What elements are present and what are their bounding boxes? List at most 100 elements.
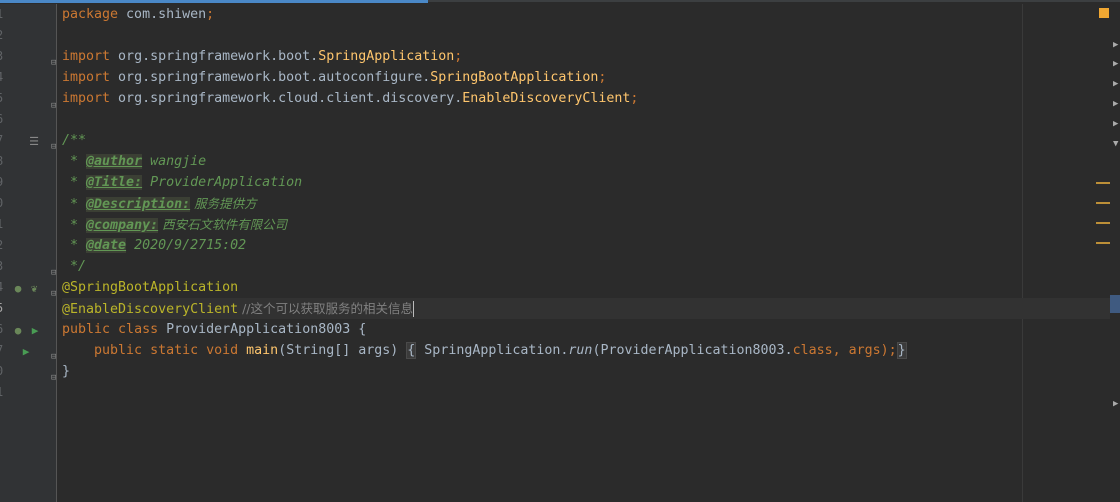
- semicolon: ;: [454, 49, 463, 64]
- spring-bean-icon[interactable]: ●: [12, 325, 24, 337]
- code-line[interactable]: * @date 2020/9/2715:02: [62, 235, 1120, 256]
- doc-tag: @company:: [86, 218, 159, 233]
- keyword: public: [62, 322, 111, 337]
- expand-arrow-icon[interactable]: ▶: [1113, 79, 1118, 89]
- semicolon: ;: [630, 91, 639, 106]
- keyword: public static void: [94, 343, 239, 358]
- import-path: org.springframework.cloud.client.discove…: [110, 91, 463, 106]
- package-name: com.shiwen: [118, 7, 207, 22]
- import-class: EnableDiscoveryClient: [462, 91, 631, 106]
- line-number: 9: [0, 172, 12, 193]
- line-number: 4: [0, 67, 12, 88]
- line-number: 0: [0, 193, 12, 214]
- class-close-brace: }: [62, 364, 71, 379]
- code-line[interactable]: import org.springframework.cloud.client.…: [62, 88, 1120, 109]
- import-class: SpringApplication: [318, 49, 455, 64]
- code-line[interactable]: * @Title: ProviderApplication: [62, 172, 1120, 193]
- run-method-icon[interactable]: ▶: [20, 346, 32, 358]
- render-doc-icon[interactable]: ☰: [28, 136, 40, 148]
- code-line[interactable]: * @author wangjie: [62, 151, 1120, 172]
- gutter-divider: [56, 4, 57, 502]
- keyword: import: [62, 49, 111, 64]
- semicolon: ;: [598, 70, 607, 85]
- expand-arrow-icon[interactable]: ▶: [1113, 99, 1118, 109]
- doc-prefix: *: [62, 218, 87, 233]
- line-comment: //这个可以获取服务的相关信息: [238, 301, 414, 316]
- call-target: SpringApplication.: [416, 343, 569, 358]
- collapse-arrow-icon[interactable]: ▼: [1113, 139, 1118, 149]
- warning-indicator-icon[interactable]: [1099, 8, 1109, 18]
- method-params: (String[] args): [278, 343, 407, 358]
- line-number-current: 5: [0, 298, 12, 319]
- class-declaration: ProviderApplication8003 {: [158, 322, 367, 337]
- line-number: 7: [0, 130, 12, 151]
- code-line[interactable]: }: [62, 361, 1120, 382]
- spring-leaf-icon[interactable]: ❦: [28, 283, 40, 295]
- import-path: org.springframework.boot.autoconfigure.: [110, 70, 431, 85]
- spring-bean-icon[interactable]: ●: [12, 283, 24, 295]
- call-args-end: , args);: [832, 343, 897, 358]
- doc-tag: @date: [86, 238, 127, 253]
- current-code-line[interactable]: @EnableDiscoveryClient //这个可以获取服务的相关信息: [62, 298, 1120, 319]
- import-path: org.springframework.boot.: [110, 49, 319, 64]
- keyword: package: [62, 7, 119, 22]
- error-stripe[interactable]: [1094, 4, 1110, 502]
- doc-tag: @Title:: [86, 175, 143, 190]
- code-line[interactable]: */: [62, 256, 1120, 277]
- line-number-gutter[interactable]: 1 2 3 4 5 6 7 8 9 0 1 2 3 4 5 6 7 0 1 ☰ …: [0, 4, 56, 502]
- tab-bar-border: [428, 0, 1120, 2]
- code-line[interactable]: * @Description: 服务提供方: [62, 193, 1120, 214]
- keyword: class: [792, 343, 833, 358]
- line-number: 1: [0, 214, 12, 235]
- expand-arrow-icon[interactable]: ▶: [1113, 119, 1118, 129]
- doc-value: 服务提供方: [190, 196, 257, 211]
- code-line[interactable]: * @company: 西安石文软件有限公司: [62, 214, 1120, 235]
- warning-stripe-mark[interactable]: [1096, 182, 1110, 184]
- semicolon: ;: [206, 7, 215, 22]
- line-number: 0: [0, 361, 12, 382]
- expand-arrow-icon[interactable]: ▶: [1113, 59, 1118, 69]
- line-number: 2: [0, 25, 12, 46]
- run-class-icon[interactable]: ▶: [29, 325, 41, 337]
- warning-stripe-mark[interactable]: [1096, 242, 1110, 244]
- code-line[interactable]: package com.shiwen;: [62, 4, 1120, 25]
- doc-tag: @author: [86, 154, 143, 169]
- method-name: main: [246, 343, 279, 358]
- active-tab-underline: [0, 0, 428, 3]
- code-line[interactable]: public static void main(String[] args) {…: [62, 340, 1120, 361]
- line-number: 1: [0, 382, 12, 403]
- folded-brace-close[interactable]: }: [896, 342, 907, 359]
- doc-prefix: *: [62, 238, 87, 253]
- doc-comment-close: */: [62, 259, 87, 274]
- line-number: 6: [0, 319, 12, 340]
- code-line[interactable]: import org.springframework.boot.SpringAp…: [62, 46, 1120, 67]
- line-number: 8: [0, 151, 12, 172]
- warning-stripe-mark[interactable]: [1096, 202, 1110, 204]
- line-number: 3: [0, 46, 12, 67]
- code-line[interactable]: import org.springframework.boot.autoconf…: [62, 67, 1120, 88]
- expand-arrow-icon[interactable]: ▶: [1113, 40, 1118, 50]
- call-args: (ProviderApplication8003.: [592, 343, 793, 358]
- line-number: 2: [0, 235, 12, 256]
- code-line[interactable]: @SpringBootApplication: [62, 277, 1120, 298]
- doc-value: wangjie: [142, 154, 207, 169]
- annotation: @SpringBootApplication: [62, 280, 239, 295]
- text-caret: [413, 301, 415, 317]
- warning-stripe-mark[interactable]: [1096, 222, 1110, 224]
- annotation: @EnableDiscoveryClient: [62, 302, 239, 317]
- doc-value: 2020/9/2715:02: [126, 238, 247, 253]
- keyword: import: [62, 70, 111, 85]
- line-number: 7: [0, 340, 12, 361]
- doc-prefix: *: [62, 197, 87, 212]
- doc-tag: @Description:: [86, 197, 191, 212]
- doc-value: 西安石文软件有限公司: [158, 217, 288, 232]
- expand-arrow-icon[interactable]: ▶: [1113, 399, 1118, 409]
- import-class: SpringBootApplication: [430, 70, 599, 85]
- code-line[interactable]: /**: [62, 130, 1120, 151]
- keyword: class: [110, 322, 159, 337]
- line-number: 4: [0, 277, 12, 298]
- code-line[interactable]: public class ProviderApplication8003 {: [62, 319, 1120, 340]
- static-call: run: [568, 343, 593, 358]
- line-number: 3: [0, 256, 12, 277]
- folded-brace-open[interactable]: {: [406, 342, 417, 359]
